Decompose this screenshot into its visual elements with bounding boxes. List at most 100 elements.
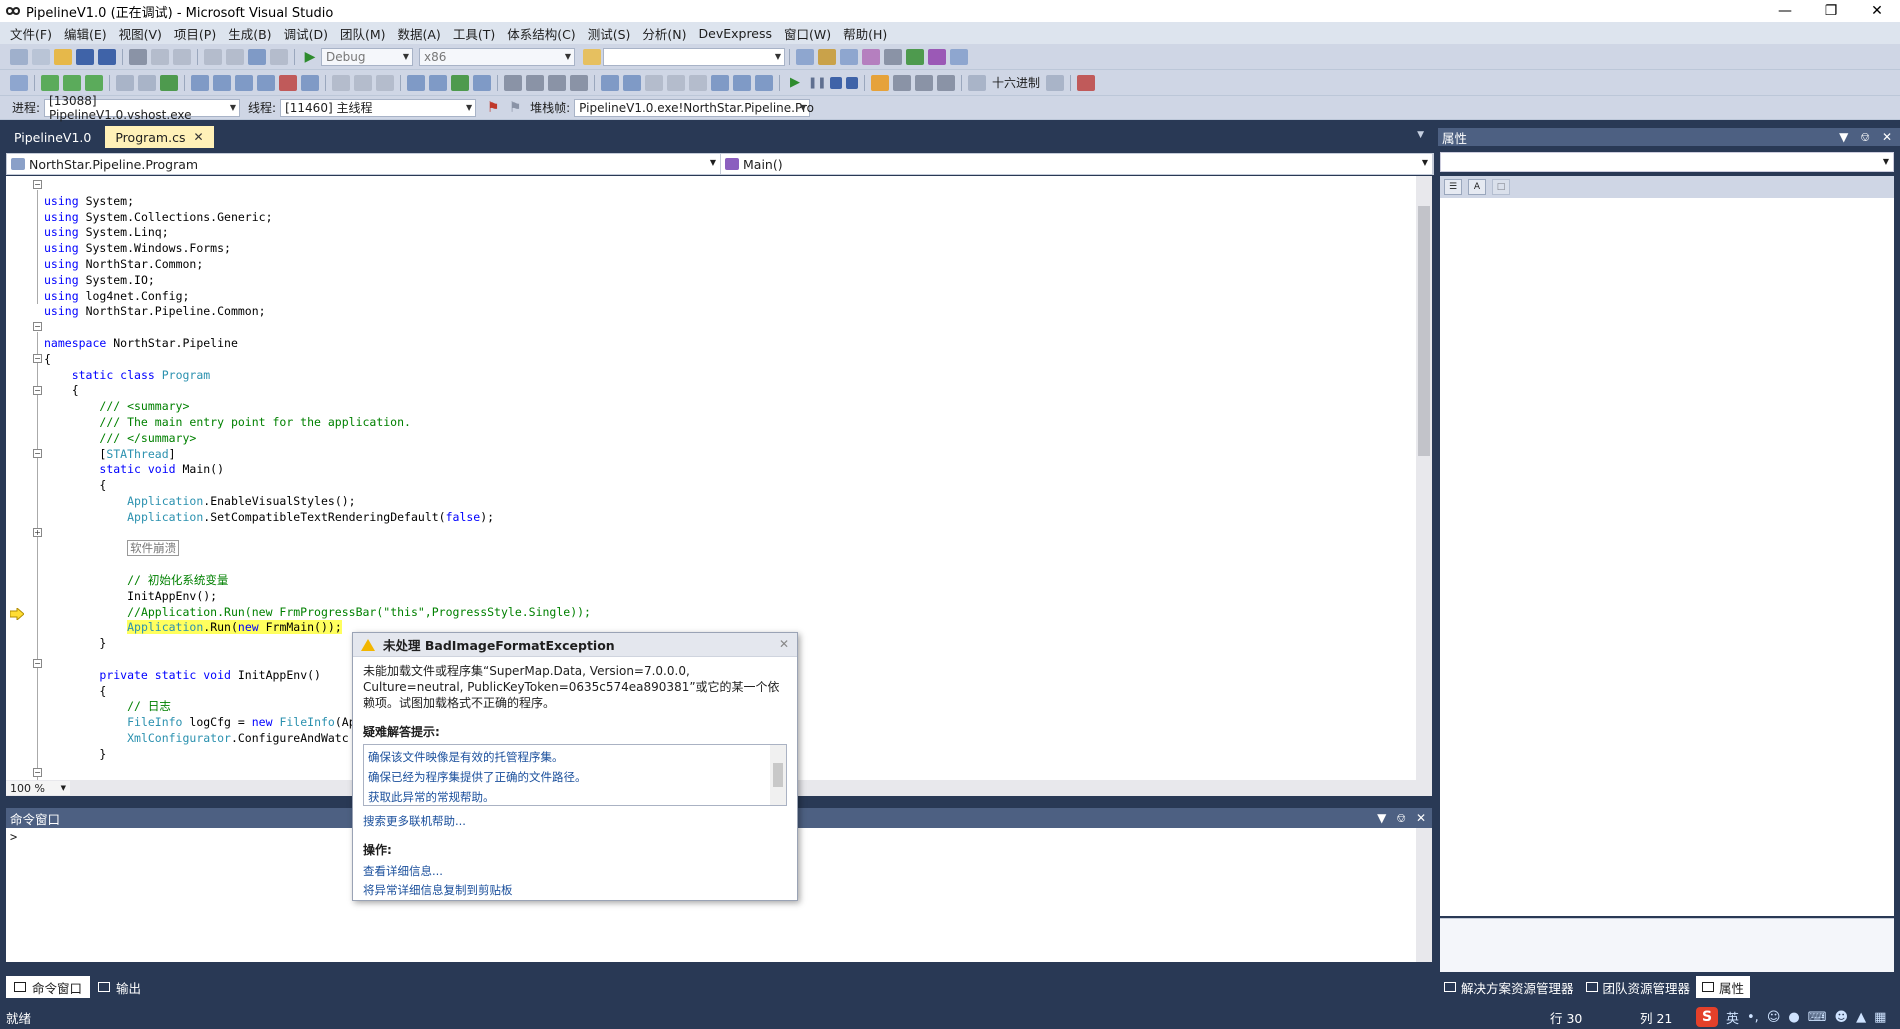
- menu-test[interactable]: 测试(S): [582, 24, 637, 43]
- copy-icon[interactable]: [151, 48, 169, 65]
- thread-dropdown[interactable]: [11460] 主线程 ▼: [280, 98, 477, 117]
- toolbar-button-icon[interactable]: [354, 74, 372, 91]
- tips-scrollbar[interactable]: [770, 745, 786, 805]
- view-detail-link[interactable]: 查看详细信息...: [353, 862, 797, 881]
- toolbar-button-icon[interactable]: [473, 74, 491, 91]
- show-next-statement-icon[interactable]: [871, 74, 889, 91]
- zoom-dropdown[interactable]: 100 % ▼: [6, 781, 70, 795]
- navigate-back-icon[interactable]: [248, 48, 266, 65]
- microphone-icon[interactable]: ●: [1788, 1010, 1799, 1025]
- collapse-icon[interactable]: −: [33, 386, 42, 395]
- step-over-icon[interactable]: [915, 74, 933, 91]
- open-file-icon[interactable]: [54, 48, 72, 65]
- properties-object-dropdown[interactable]: ▼: [1440, 152, 1894, 172]
- close-panel-icon[interactable]: ✕: [1882, 130, 1892, 145]
- toolbar-button-icon[interactable]: [301, 74, 319, 91]
- toolbar-button-icon[interactable]: [711, 74, 729, 91]
- toolbar-button-icon[interactable]: [1046, 74, 1065, 91]
- paste-icon[interactable]: [173, 48, 191, 65]
- find-combo[interactable]: ▼: [603, 47, 785, 66]
- search-online-help-link[interactable]: 搜索更多联机帮助...: [353, 812, 797, 831]
- flag-thread-icon[interactable]: ⚑: [484, 100, 502, 116]
- start-page-icon[interactable]: [906, 48, 924, 65]
- menu-view[interactable]: 视图(V): [113, 24, 168, 43]
- step-out-icon[interactable]: [937, 74, 955, 91]
- toolbar-button-icon[interactable]: [451, 74, 469, 91]
- menu-file[interactable]: 文件(F): [4, 24, 58, 43]
- scrollbar-thumb[interactable]: [1418, 206, 1430, 456]
- new-project-icon[interactable]: [10, 48, 28, 65]
- tip-link[interactable]: 获取此异常的常规帮助。: [368, 787, 782, 807]
- tab-program-cs[interactable]: Program.cs ✕: [105, 126, 214, 148]
- collapse-icon[interactable]: −: [33, 322, 42, 331]
- collapse-icon[interactable]: −: [33, 659, 42, 668]
- ime-logo-icon[interactable]: S: [1696, 1007, 1718, 1027]
- tip-link[interactable]: 确保已经为程序集提供了正确的文件路径。: [368, 767, 782, 787]
- toolbar-button-icon[interactable]: [257, 74, 275, 91]
- collapse-icon[interactable]: −: [33, 768, 42, 777]
- toolbox-icon[interactable]: [862, 48, 880, 65]
- solution-config-dropdown[interactable]: Debug ▼: [321, 47, 413, 66]
- menu-build[interactable]: 生成(B): [222, 24, 277, 43]
- editor-vertical-scrollbar[interactable]: [1416, 176, 1432, 780]
- toolbar-button-icon[interactable]: [504, 74, 522, 91]
- cut-icon[interactable]: [129, 48, 147, 65]
- collapse-icon[interactable]: −: [33, 180, 42, 189]
- menu-architecture[interactable]: 体系结构(C): [501, 24, 581, 43]
- menu-analyze[interactable]: 分析(N): [636, 24, 692, 43]
- toolbar-button-icon[interactable]: [407, 74, 425, 91]
- tab-pipeline-project[interactable]: PipelineV1.0: [4, 126, 101, 148]
- quick-watch-icon[interactable]: [968, 74, 986, 91]
- other-windows-icon[interactable]: [950, 48, 968, 65]
- member-dropdown[interactable]: Main() ▼: [721, 154, 1433, 174]
- close-window-button[interactable]: ✕: [1854, 0, 1900, 22]
- tab-team-explorer[interactable]: 团队资源管理器: [1580, 976, 1697, 998]
- toolbar-button-icon[interactable]: [116, 74, 134, 91]
- expand-icon[interactable]: +: [33, 528, 42, 537]
- properties-window-icon[interactable]: [818, 48, 836, 65]
- toolbox-grid-icon[interactable]: ▦: [1874, 1010, 1886, 1025]
- find-in-files-icon[interactable]: [583, 48, 601, 65]
- command-window-scrollbar[interactable]: [1416, 828, 1432, 962]
- ime-language[interactable]: 英: [1726, 1008, 1739, 1027]
- tip-link[interactable]: 确保该文件映像是有效的托管程序集。: [368, 747, 782, 767]
- restart-icon[interactable]: [846, 76, 858, 89]
- menu-debug[interactable]: 调试(D): [278, 24, 334, 43]
- pin-icon[interactable]: ⎊: [1396, 811, 1406, 826]
- tab-output[interactable]: 输出: [90, 976, 149, 998]
- tab-dropdown-icon[interactable]: ▼: [1417, 130, 1424, 140]
- toolbar-button-icon[interactable]: [755, 74, 773, 91]
- flag-filter-icon[interactable]: ⚑: [506, 100, 524, 116]
- copy-exception-link[interactable]: 将异常详细信息复制到剪贴板: [353, 881, 797, 900]
- pin-icon[interactable]: ⎊: [1860, 130, 1870, 145]
- step-into-icon[interactable]: [41, 74, 59, 91]
- menu-tools[interactable]: 工具(T): [447, 24, 501, 43]
- toolbar-button-icon[interactable]: [332, 74, 350, 91]
- redo-icon[interactable]: [226, 48, 244, 65]
- window-position-icon[interactable]: ▼: [1377, 811, 1386, 826]
- collapsed-region[interactable]: 软件崩溃: [127, 540, 180, 557]
- menu-help[interactable]: 帮助(H): [837, 24, 893, 43]
- toolbar-button-icon[interactable]: [191, 74, 209, 91]
- emoji-icon[interactable]: ☺: [1767, 1010, 1781, 1025]
- stack-frame-dropdown[interactable]: PipelineV1.0.exe!NorthStar.Pipeline.Pro ▼: [574, 98, 814, 117]
- stop-debugging-icon[interactable]: [830, 76, 842, 89]
- keyboard-icon[interactable]: ⌨: [1808, 1010, 1827, 1025]
- continue-debug-icon[interactable]: ▶: [301, 49, 319, 65]
- window-position-icon[interactable]: ▼: [1839, 130, 1848, 145]
- menu-devexpress[interactable]: DevExpress: [693, 26, 779, 41]
- tab-properties[interactable]: 属性: [1696, 976, 1751, 998]
- toolbar-button-icon[interactable]: [570, 74, 588, 91]
- show-next-statement-icon[interactable]: [10, 74, 28, 91]
- step-into-icon[interactable]: [893, 74, 911, 91]
- alphabetical-icon[interactable]: A: [1468, 179, 1486, 195]
- process-dropdown[interactable]: [13088] PipelineV1.0.vshost.exe ▼: [44, 94, 241, 122]
- toolbar-button-icon[interactable]: [667, 74, 685, 91]
- save-icon[interactable]: [76, 48, 94, 65]
- pause-icon[interactable]: ❚❚: [808, 75, 826, 91]
- add-item-icon[interactable]: [32, 48, 50, 65]
- minimize-button[interactable]: —: [1762, 0, 1808, 22]
- step-out-icon[interactable]: [85, 74, 103, 91]
- menu-data[interactable]: 数据(A): [392, 24, 447, 43]
- object-browser-icon[interactable]: [840, 48, 858, 65]
